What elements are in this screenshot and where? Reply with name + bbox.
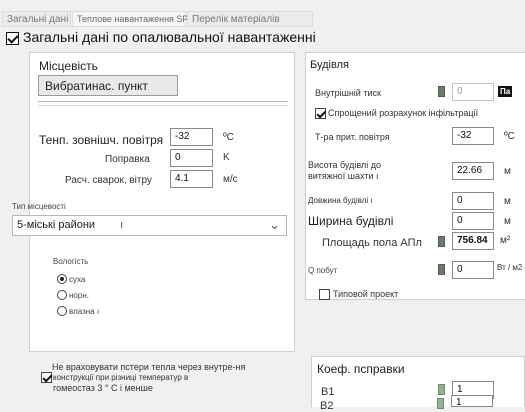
floor-area-label: Площадь пола АПл — [322, 237, 422, 249]
select-place-button[interactable]: Вибратинас. пункт — [38, 75, 178, 96]
section-checkbox[interactable] — [6, 32, 19, 45]
typical-project-label: Типовой проект — [333, 289, 399, 299]
b2-input[interactable]: 1 — [451, 395, 493, 408]
b1-indicator — [438, 384, 445, 395]
internal-pressure-indicator — [438, 86, 445, 97]
tab-general[interactable]: Загальні дані — [2, 11, 71, 27]
wind-label: Расч. сварок, вітру — [65, 175, 152, 186]
humidity-radio-normal[interactable] — [57, 290, 67, 300]
length-input[interactable]: 0 — [452, 192, 494, 210]
q-indicator — [438, 264, 445, 275]
outside-temp-label: Тенп. зовнішч. повітря — [39, 133, 164, 147]
humidity-label: Вологість — [53, 257, 89, 266]
building-panel: Будівля Внутрішній тиск 0 Па Спрощений р… — [305, 52, 525, 300]
humidity-radio-dry[interactable] — [57, 274, 67, 284]
terrain-value: 5-міські райони — [17, 219, 96, 231]
building-header: Будівля — [310, 59, 349, 71]
outside-temp-unit: ºC — [223, 132, 234, 143]
length-unit: м — [504, 196, 511, 207]
ignore-loss-checkbox[interactable] — [41, 372, 52, 383]
tab-bar: Загальні дані Теплове навантаження SP Пе… — [0, 0, 525, 30]
b2-indicator — [437, 398, 444, 409]
outside-temp-input[interactable]: -32 — [170, 128, 213, 146]
floor-area-indicator — [438, 236, 445, 247]
ignore-loss-line3: гомеостаз 3 ° С і менше — [53, 383, 153, 393]
supply-temp-unit: ºC — [504, 131, 515, 142]
supply-temp-label: Т-ра прит. повітря — [315, 132, 390, 142]
wind-input[interactable]: 4.1 — [170, 170, 213, 188]
terrain-label: Тип місцевості — [12, 202, 66, 211]
tab-heat-load[interactable]: Теплове навантаження SP — [72, 11, 188, 27]
height-input[interactable]: 22.66 — [452, 162, 494, 180]
humidity-option-normal: норн. — [69, 291, 89, 300]
floor-area-input[interactable]: 756.84 — [452, 232, 494, 250]
internal-pressure-unit: Па — [498, 86, 513, 97]
correction-unit: K — [223, 152, 230, 163]
ignore-loss-line2: конструкції при різниці температур в — [53, 373, 189, 382]
height-unit: м — [504, 166, 511, 177]
place-progress — [38, 101, 288, 106]
q-input[interactable]: 0 — [452, 261, 494, 279]
height-label-line2: витяжної шахти — [308, 171, 374, 181]
height-label-line1: Висота будівлі до — [308, 160, 381, 170]
correction-input[interactable]: 0 — [170, 149, 213, 167]
width-input[interactable]: 0 — [452, 212, 494, 230]
height-label-suffix: ı — [376, 171, 379, 181]
location-header: Місцевість — [39, 59, 98, 73]
tab-materials[interactable]: Перелік матеріалів — [187, 11, 313, 27]
b2-label: В2 — [320, 400, 334, 412]
humidity-radio-wet[interactable] — [57, 306, 67, 316]
section-title: Загальні дані по опалювальної навантажен… — [23, 29, 316, 45]
supply-temp-input[interactable]: -32 — [452, 127, 494, 145]
width-label: Ширина будівлі — [308, 214, 394, 228]
correction-coef-header: Коеф. псправки — [317, 362, 405, 376]
terrain-select[interactable]: 5-міські райони ı ⌄ — [12, 215, 287, 236]
q-label: Q побут — [308, 266, 338, 275]
correction-label: Поправка — [105, 154, 150, 165]
simplified-infiltration-label: Спрощений розрахунок інфільтрації — [328, 108, 479, 118]
internal-pressure-input[interactable]: 0 — [452, 83, 494, 101]
simplified-infiltration-checkbox[interactable] — [315, 108, 326, 119]
ignore-loss-line1: Не враховувати пстери тепла через внутре… — [52, 362, 246, 372]
terrain-suffix: ı — [120, 219, 124, 231]
typical-project-checkbox[interactable] — [319, 289, 330, 300]
q-unit: Вт / м2 — [497, 263, 523, 272]
chevron-down-icon: ⌄ — [269, 217, 280, 232]
width-unit: м — [504, 216, 511, 227]
floor-area-unit: м² — [500, 235, 511, 246]
internal-pressure-label: Внутрішній тиск — [315, 88, 381, 98]
length-label: Довжина будівлі ı — [308, 196, 373, 205]
wind-unit: м/с — [223, 174, 238, 185]
humidity-option-wet: влазна ı — [69, 307, 100, 316]
humidity-option-dry: суха — [69, 275, 86, 284]
b1-label: В1 — [321, 386, 335, 398]
